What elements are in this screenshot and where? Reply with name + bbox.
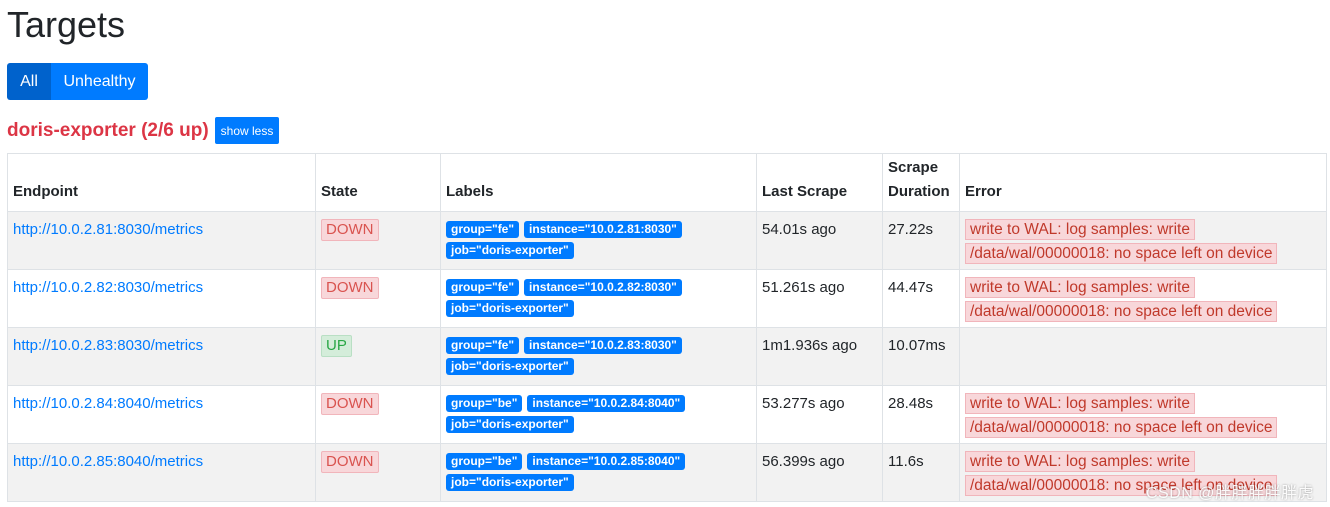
label-badge: job="doris-exporter" [446, 416, 574, 433]
label-badge: job="doris-exporter" [446, 358, 574, 375]
column-header-scrape-duration-line2: Duration [888, 183, 950, 200]
scrape-duration-cell: 28.48s [882, 385, 960, 444]
state-badge: DOWN [321, 451, 379, 473]
table-row: http://10.0.2.85:8040/metrics DOWN group… [7, 443, 1327, 502]
table-row: http://10.0.2.81:8030/metrics DOWN group… [7, 211, 1327, 270]
last-scrape-cell: 1m1.936s ago [756, 327, 883, 386]
filter-all-button[interactable]: All [7, 63, 51, 100]
column-header-scrape-duration: Scrape Duration [882, 153, 960, 212]
state-cell: DOWN [315, 269, 441, 328]
labels-list: group="fe" instance="10.0.2.83:8030" job… [446, 334, 751, 375]
endpoint-cell: http://10.0.2.83:8030/metrics [7, 327, 316, 386]
column-header-labels: Labels [440, 153, 757, 212]
targets-page: Targets All Unhealthy doris-exporter (2/… [7, 0, 1327, 502]
column-header-endpoint: Endpoint [7, 153, 316, 212]
endpoint-link[interactable]: http://10.0.2.83:8030/metrics [13, 337, 203, 354]
endpoint-link[interactable]: http://10.0.2.81:8030/metrics [13, 221, 203, 238]
error-cell [959, 327, 1327, 386]
endpoint-cell: http://10.0.2.85:8040/metrics [7, 443, 316, 502]
table-header-row: Endpoint State Labels Last Scrape Scrape… [7, 153, 1327, 212]
label-badge: instance="10.0.2.81:8030" [524, 221, 682, 238]
label-badge: instance="10.0.2.83:8030" [524, 337, 682, 354]
label-badge: group="fe" [446, 221, 520, 238]
labels-list: group="fe" instance="10.0.2.81:8030" job… [446, 218, 751, 259]
label-badge: group="be" [446, 453, 523, 470]
label-badge: group="fe" [446, 279, 520, 296]
label-badge: job="doris-exporter" [446, 242, 574, 259]
state-cell: DOWN [315, 211, 441, 270]
last-scrape-cell: 56.399s ago [756, 443, 883, 502]
labels-list: group="fe" instance="10.0.2.82:8030" job… [446, 276, 751, 317]
labels-cell: group="be" instance="10.0.2.84:8040" job… [440, 385, 757, 444]
table-row: http://10.0.2.84:8040/metrics DOWN group… [7, 385, 1327, 444]
state-badge: DOWN [321, 393, 379, 415]
filter-unhealthy-button[interactable]: Unhealthy [51, 63, 148, 100]
state-badge: UP [321, 335, 352, 357]
label-badge: job="doris-exporter" [446, 474, 574, 491]
scrape-duration-cell: 10.07ms [882, 327, 960, 386]
labels-list: group="be" instance="10.0.2.84:8040" job… [446, 392, 751, 433]
error-message: write to WAL: log samples: write /data/w… [965, 219, 1278, 264]
labels-list: group="be" instance="10.0.2.85:8040" job… [446, 450, 751, 491]
column-header-state: State [315, 153, 441, 212]
endpoint-link[interactable]: http://10.0.2.84:8040/metrics [13, 395, 203, 412]
label-badge: instance="10.0.2.82:8030" [524, 279, 682, 296]
last-scrape-cell: 51.261s ago [756, 269, 883, 328]
endpoint-cell: http://10.0.2.84:8040/metrics [7, 385, 316, 444]
scrape-duration-cell: 44.47s [882, 269, 960, 328]
page-title: Targets [7, 4, 126, 45]
filter-button-group: All Unhealthy [7, 63, 1326, 100]
label-badge: group="fe" [446, 337, 520, 354]
table-row: http://10.0.2.82:8030/metrics DOWN group… [7, 269, 1327, 328]
endpoint-link[interactable]: http://10.0.2.82:8030/metrics [13, 279, 203, 296]
label-badge: instance="10.0.2.84:8040" [527, 395, 686, 412]
endpoint-link[interactable]: http://10.0.2.85:8040/metrics [13, 453, 203, 470]
error-message: write to WAL: log samples: write /data/w… [965, 277, 1278, 322]
last-scrape-cell: 53.277s ago [756, 385, 883, 444]
error-message: write to WAL: log samples: write /data/w… [965, 393, 1278, 438]
label-badge: group="be" [446, 395, 523, 412]
labels-cell: group="be" instance="10.0.2.85:8040" job… [440, 443, 757, 502]
column-header-last-scrape: Last Scrape [756, 153, 883, 212]
label-badge: instance="10.0.2.85:8040" [527, 453, 686, 470]
error-cell: write to WAL: log samples: write /data/w… [959, 385, 1327, 444]
table-row: http://10.0.2.83:8030/metrics UP group="… [7, 327, 1327, 386]
labels-cell: group="fe" instance="10.0.2.83:8030" job… [440, 327, 757, 386]
watermark-text: CSDN @胖胖胖胖胖虎 [1145, 485, 1314, 502]
error-cell: write to WAL: log samples: write /data/w… [959, 211, 1327, 270]
state-badge: DOWN [321, 219, 379, 241]
scrape-duration-cell: 11.6s [882, 443, 960, 502]
endpoint-cell: http://10.0.2.81:8030/metrics [7, 211, 316, 270]
last-scrape-cell: 54.01s ago [756, 211, 883, 270]
state-badge: DOWN [321, 277, 379, 299]
endpoint-cell: http://10.0.2.82:8030/metrics [7, 269, 316, 328]
labels-cell: group="fe" instance="10.0.2.82:8030" job… [440, 269, 757, 328]
label-badge: job="doris-exporter" [446, 300, 574, 317]
job-title[interactable]: doris-exporter (2/6 up) [7, 117, 209, 144]
state-cell: UP [315, 327, 441, 386]
error-cell: write to WAL: log samples: write /data/w… [959, 269, 1327, 328]
column-header-error: Error [959, 153, 1327, 212]
job-header: doris-exporter (2/6 up) show less [7, 117, 1326, 144]
state-cell: DOWN [315, 443, 441, 502]
labels-cell: group="fe" instance="10.0.2.81:8030" job… [440, 211, 757, 270]
state-cell: DOWN [315, 385, 441, 444]
column-header-scrape-duration-line1: Scrape [888, 159, 939, 176]
targets-table: Endpoint State Labels Last Scrape Scrape… [7, 153, 1327, 502]
show-less-button[interactable]: show less [214, 117, 280, 144]
scrape-duration-cell: 27.22s [882, 211, 960, 270]
